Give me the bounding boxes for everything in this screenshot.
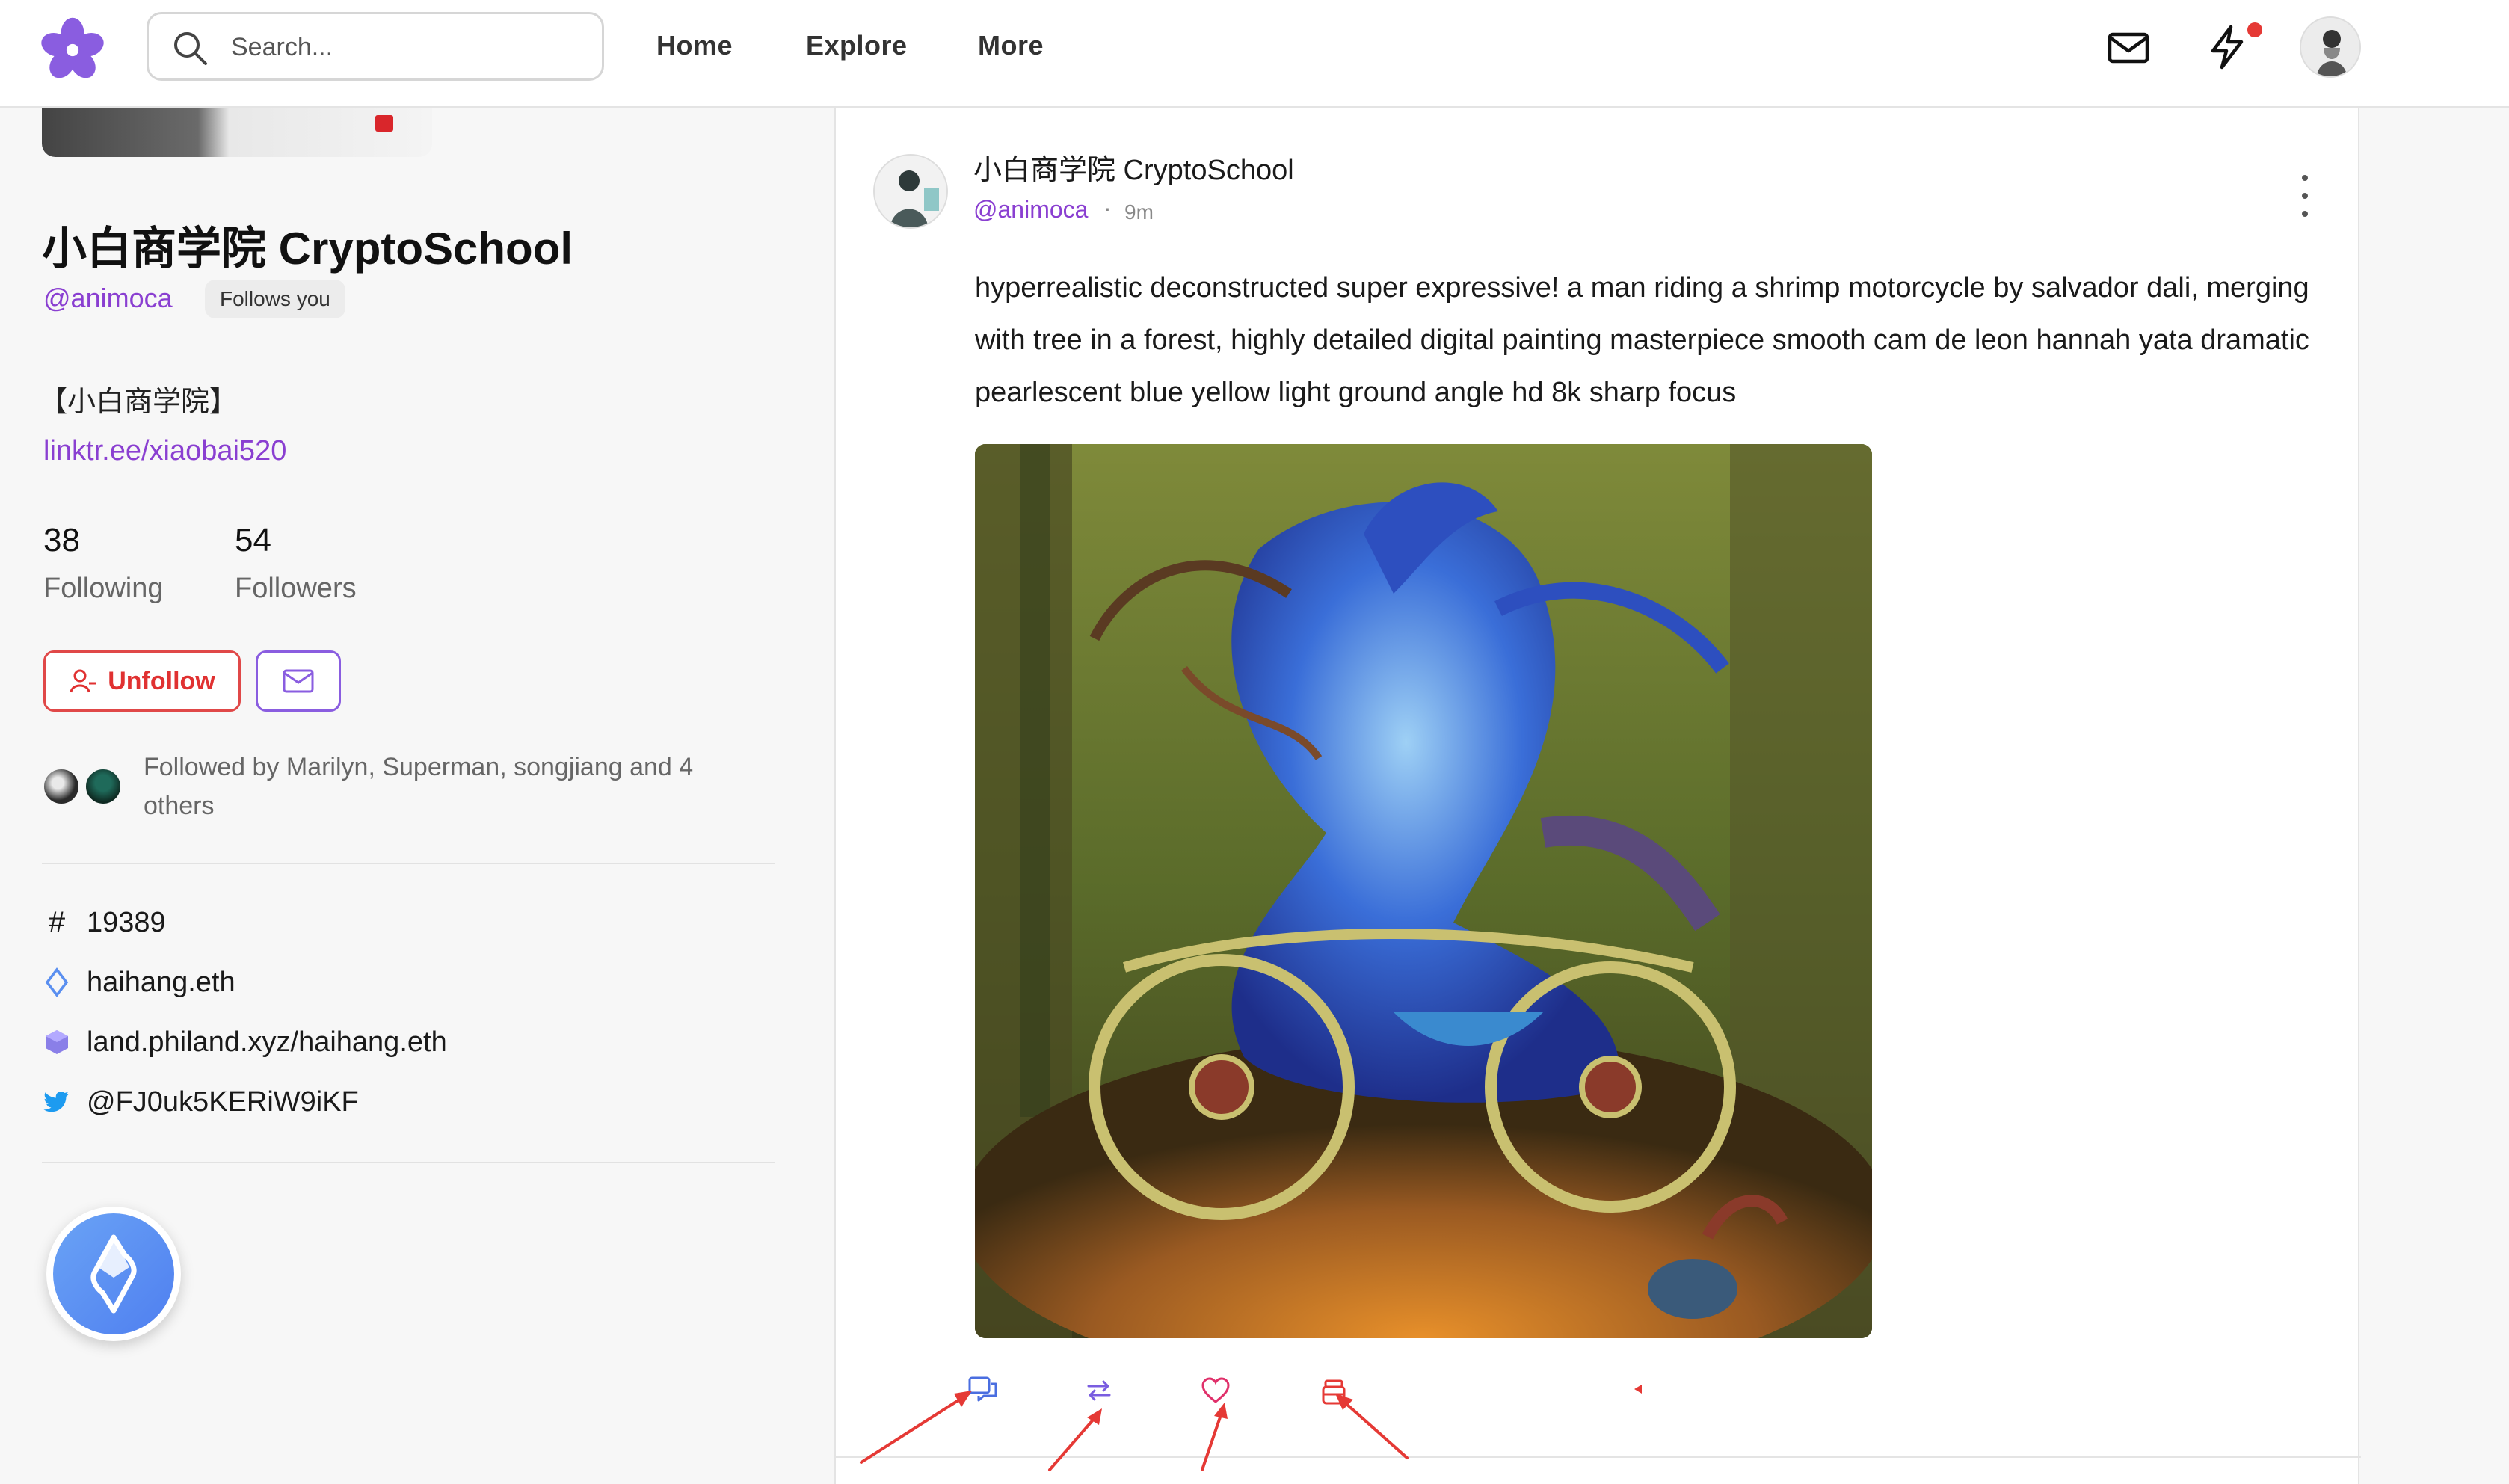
search-input[interactable] xyxy=(231,26,582,68)
following-count[interactable]: 38 xyxy=(43,522,80,559)
search-icon xyxy=(174,32,207,65)
ens-value: haihang.eth xyxy=(87,966,235,998)
nav-more-link[interactable]: More xyxy=(978,30,1044,61)
mail-icon[interactable] xyxy=(2102,21,2155,73)
cast-timestamp: 9m xyxy=(1124,200,1154,224)
recast-icon[interactable] xyxy=(1080,1371,1118,1410)
user-avatar[interactable] xyxy=(2300,16,2361,78)
philand-value: land.philand.xyz/haihang.eth xyxy=(87,1026,447,1058)
profile-cover-image xyxy=(42,108,432,157)
meta-separator: · xyxy=(1103,194,1112,221)
mutual-avatar-2 xyxy=(84,767,123,806)
fid-row: # 19389 xyxy=(42,902,166,943)
followers-count[interactable]: 54 xyxy=(235,522,271,559)
notification-dot xyxy=(2247,22,2262,37)
hash-icon: # xyxy=(48,905,66,939)
message-button[interactable] xyxy=(256,650,341,712)
tip-jar-icon[interactable] xyxy=(1314,1371,1353,1410)
unfollow-label: Unfollow xyxy=(108,666,215,695)
profile-page: Home Explore More 小白商学院 CryptoSchool @an… xyxy=(0,0,2509,1484)
top-navbar: Home Explore More xyxy=(0,0,2509,108)
following-label[interactable]: Following xyxy=(43,573,164,605)
followed-by-text[interactable]: Followed by Marilyn, Superman, songjiang… xyxy=(144,748,757,825)
unfollow-button[interactable]: Unfollow xyxy=(43,650,241,712)
comment-icon[interactable] xyxy=(964,1371,1003,1410)
like-heart-icon[interactable] xyxy=(1196,1371,1235,1410)
cast-author-handle[interactable]: @animoca xyxy=(973,196,1088,224)
user-minus-icon xyxy=(70,669,96,693)
surreal-painting-image[interactable] xyxy=(975,444,1872,1338)
nav-explore-link[interactable]: Explore xyxy=(806,30,908,61)
philand-cube-icon xyxy=(42,1027,72,1057)
ens-logo-icon xyxy=(53,1213,174,1334)
flower-logo-icon[interactable] xyxy=(39,16,106,84)
cast-author-avatar[interactable] xyxy=(873,154,948,229)
more-options-icon[interactable] xyxy=(2294,175,2316,217)
cast-text: hyperrealistic deconstructed super expre… xyxy=(975,272,2309,408)
cover-red-mark xyxy=(375,115,393,132)
cast-card[interactable]: 小白商学院 CryptoSchool @animoca · 9m hyperre… xyxy=(834,108,2361,1484)
twitter-bird-icon xyxy=(42,1087,72,1117)
mutual-followers-avatars[interactable] xyxy=(42,767,132,809)
profile-name: 小白商学院 CryptoSchool xyxy=(42,224,573,274)
twitter-value: @FJ0uk5KERiW9iKF xyxy=(87,1086,359,1118)
followers-label[interactable]: Followers xyxy=(235,573,357,605)
card-divider xyxy=(836,1456,2361,1458)
twitter-row[interactable]: @FJ0uk5KERiW9iKF xyxy=(42,1081,359,1123)
author-figure-icon xyxy=(875,156,946,227)
section-divider xyxy=(42,863,775,864)
envelope-icon xyxy=(283,669,314,693)
bio-title: 【小白商学院】 xyxy=(39,387,238,418)
search-box[interactable] xyxy=(147,12,604,81)
ens-floating-button[interactable] xyxy=(46,1207,181,1341)
bio-link[interactable]: linktr.ee/xiaobai520 xyxy=(43,435,286,467)
ens-row[interactable]: haihang.eth xyxy=(42,961,235,1003)
cast-author-name[interactable]: 小白商学院 CryptoSchool xyxy=(973,147,1294,188)
follows-you-badge: Follows you xyxy=(205,280,345,318)
mutual-avatar-1 xyxy=(42,767,81,806)
fid-value: 19389 xyxy=(87,906,166,938)
avatar-figure-icon xyxy=(2301,18,2359,76)
philand-row[interactable]: land.philand.xyz/haihang.eth xyxy=(42,1021,447,1063)
section-divider xyxy=(42,1162,775,1163)
profile-handle[interactable]: @animoca xyxy=(43,283,173,314)
small-red-marker xyxy=(1634,1385,1642,1394)
nav-home-link[interactable]: Home xyxy=(656,30,733,61)
ens-icon xyxy=(42,967,72,997)
lightning-icon[interactable] xyxy=(2201,21,2253,73)
